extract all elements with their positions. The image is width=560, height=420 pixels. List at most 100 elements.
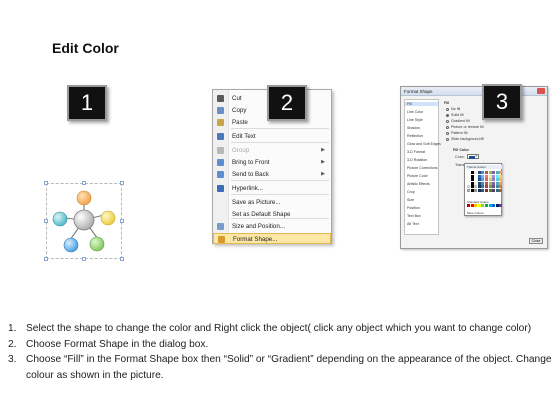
theme-color-swatch[interactable] <box>481 181 485 185</box>
theme-color-swatch[interactable] <box>470 181 474 185</box>
theme-color-swatch[interactable] <box>492 185 496 189</box>
selection-handle[interactable] <box>44 181 48 185</box>
menu-item-edit-text[interactable]: Edit Text <box>213 131 331 142</box>
theme-color-swatch[interactable] <box>488 171 492 174</box>
theme-color-swatch[interactable] <box>470 174 474 178</box>
theme-color-swatch[interactable] <box>499 185 503 189</box>
standard-color-swatch[interactable] <box>484 204 488 207</box>
menu-item-hyperlink[interactable]: Hyperlink... <box>213 183 331 194</box>
menu-item-send-to-back[interactable]: Send to Back ▶ <box>213 169 331 180</box>
radio-no-fill[interactable] <box>446 108 449 111</box>
category-glow-and-soft-edges[interactable]: Glow and Soft Edges <box>407 142 441 146</box>
theme-color-swatch[interactable] <box>488 178 492 182</box>
theme-color-swatch[interactable] <box>495 181 499 185</box>
menu-item-format-shape[interactable]: Format Shape... <box>213 233 331 244</box>
theme-color-swatch[interactable] <box>492 178 496 182</box>
radio-picture-or-texture-fill[interactable] <box>446 126 449 129</box>
category-alt-text[interactable]: Alt Text <box>407 222 419 226</box>
theme-color-swatch[interactable] <box>470 171 474 174</box>
theme-color-swatch[interactable] <box>499 188 503 192</box>
category-crop[interactable]: Crop <box>407 190 415 194</box>
close-button[interactable]: Close <box>529 238 543 244</box>
category-3-d-rotation[interactable]: 3-D Rotation <box>407 158 427 162</box>
category-picture-color[interactable]: Picture Color <box>407 174 428 178</box>
selection-handle[interactable] <box>44 257 48 261</box>
theme-color-swatch[interactable] <box>481 178 485 182</box>
radio-solid-fill[interactable] <box>446 114 449 117</box>
radio-pattern-fill[interactable] <box>446 132 449 135</box>
theme-color-swatch[interactable] <box>495 188 499 192</box>
theme-color-swatch[interactable] <box>499 171 503 174</box>
theme-color-swatch[interactable] <box>467 174 470 178</box>
theme-color-swatch[interactable] <box>467 188 470 192</box>
theme-color-swatch[interactable] <box>484 188 488 192</box>
theme-color-swatch[interactable] <box>481 174 485 178</box>
standard-color-swatch[interactable] <box>499 204 503 207</box>
category-fill[interactable]: Fill <box>405 102 438 106</box>
standard-color-swatch[interactable] <box>470 204 474 207</box>
theme-color-swatch[interactable] <box>467 171 470 174</box>
theme-color-swatch[interactable] <box>477 188 481 192</box>
theme-color-swatch[interactable] <box>467 181 470 185</box>
more-colors-link[interactable]: More Colors... <box>467 211 486 215</box>
theme-color-swatch[interactable] <box>492 181 496 185</box>
standard-color-swatch[interactable] <box>488 204 492 207</box>
theme-color-swatch[interactable] <box>474 171 478 174</box>
theme-color-swatch[interactable] <box>484 171 488 174</box>
standard-color-swatch[interactable] <box>481 204 485 207</box>
standard-color-swatch[interactable] <box>477 204 481 207</box>
theme-color-swatch[interactable] <box>484 178 488 182</box>
selection-handle[interactable] <box>120 257 124 261</box>
radio-gradient-fill[interactable] <box>446 120 449 123</box>
menu-item-bring-to-front[interactable]: Bring to Front ▶ <box>213 157 331 168</box>
theme-color-swatch[interactable] <box>477 171 481 174</box>
category-position[interactable]: Position <box>407 206 420 210</box>
theme-color-swatch[interactable] <box>495 185 499 189</box>
theme-color-swatch[interactable] <box>495 178 499 182</box>
theme-color-swatch[interactable] <box>492 188 496 192</box>
category-reflection[interactable]: Reflection <box>407 134 423 138</box>
theme-color-swatch[interactable] <box>467 185 470 189</box>
selection-handle[interactable] <box>120 219 124 223</box>
theme-color-swatch[interactable] <box>484 181 488 185</box>
theme-color-swatch[interactable] <box>477 181 481 185</box>
theme-color-swatch[interactable] <box>477 174 481 178</box>
menu-item-save-as-picture[interactable]: Save as Picture... <box>213 197 331 208</box>
theme-color-swatch[interactable] <box>499 181 503 185</box>
radio-slide-background-fill[interactable] <box>446 138 449 141</box>
menu-item-group[interactable]: Group ▶ <box>213 145 331 156</box>
standard-color-swatch[interactable] <box>467 204 470 207</box>
selection-handle[interactable] <box>44 219 48 223</box>
category-line-color[interactable]: Line Color <box>407 110 423 114</box>
selection-handle[interactable] <box>82 257 86 261</box>
theme-color-swatch[interactable] <box>488 185 492 189</box>
close-icon[interactable] <box>537 88 545 94</box>
theme-color-swatch[interactable] <box>492 174 496 178</box>
theme-color-swatch[interactable] <box>495 171 499 174</box>
theme-color-swatch[interactable] <box>470 178 474 182</box>
standard-color-swatch[interactable] <box>495 204 499 207</box>
theme-color-swatch[interactable] <box>481 185 485 189</box>
category-text-box[interactable]: Text Box <box>407 214 421 218</box>
theme-color-swatch[interactable] <box>495 174 499 178</box>
theme-color-swatch[interactable] <box>467 178 470 182</box>
theme-color-swatch[interactable] <box>474 188 478 192</box>
theme-color-swatch[interactable] <box>484 174 488 178</box>
category-shadow[interactable]: Shadow <box>407 126 420 130</box>
theme-color-swatch[interactable] <box>499 174 503 178</box>
theme-color-swatch[interactable] <box>474 185 478 189</box>
circle-shape-diagram[interactable] <box>46 183 122 259</box>
category-3-d-format[interactable]: 3-D Format <box>407 150 425 154</box>
category-size[interactable]: Size <box>407 198 414 202</box>
theme-color-swatch[interactable] <box>488 174 492 178</box>
standard-color-swatch[interactable] <box>492 204 496 207</box>
category-artistic-effects[interactable]: Artistic Effects <box>407 182 430 186</box>
theme-color-swatch[interactable] <box>470 185 474 189</box>
category-picture-corrections[interactable]: Picture Corrections <box>407 166 438 170</box>
theme-color-swatch[interactable] <box>474 174 478 178</box>
theme-color-swatch[interactable] <box>484 185 488 189</box>
theme-color-swatch[interactable] <box>492 171 496 174</box>
theme-color-swatch[interactable] <box>474 181 478 185</box>
category-line-style[interactable]: Line Style <box>407 118 423 122</box>
theme-color-swatch[interactable] <box>481 171 485 174</box>
